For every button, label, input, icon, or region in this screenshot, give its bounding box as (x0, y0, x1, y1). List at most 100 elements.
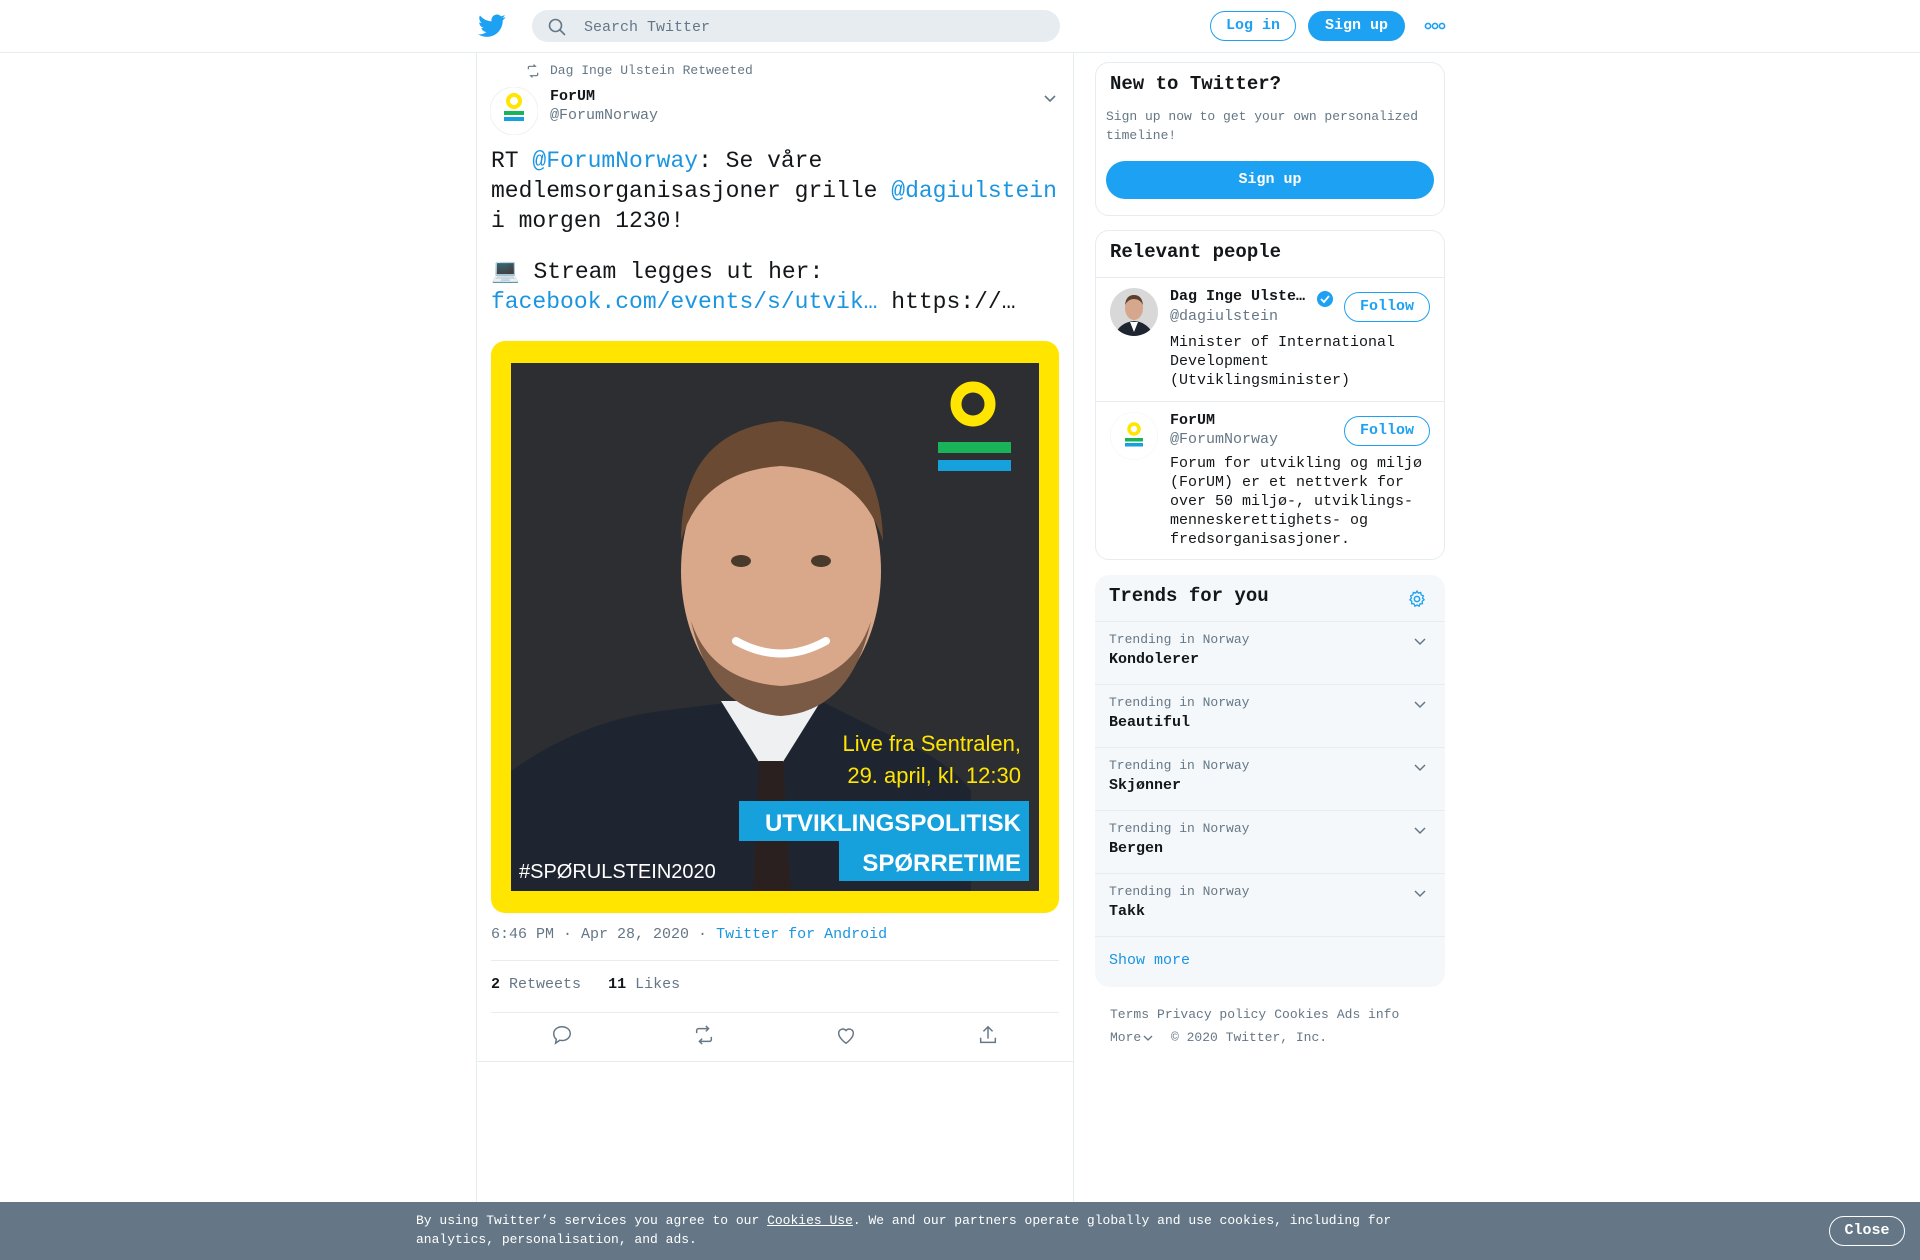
chevron-down-icon[interactable] (1413, 760, 1427, 774)
new-to-twitter-card: New to Twitter? Sign up now to get your … (1095, 62, 1445, 216)
search-box (532, 10, 1060, 44)
footer-link-ads[interactable]: Ads info (1337, 1007, 1399, 1022)
image-hashtag: #SPØRULSTEIN2020 (519, 861, 716, 883)
footer-link-privacy[interactable]: Privacy policy (1157, 1007, 1266, 1022)
trend-name[interactable]: Takk (1109, 903, 1145, 920)
trend-item[interactable]: Trending in Norway Kondolerer (1095, 621, 1445, 684)
card-title: New to Twitter? (1110, 73, 1282, 95)
url-link[interactable]: facebook.com/events/s/utvik… (491, 289, 877, 315)
retweet-icon[interactable] (693, 1024, 715, 1046)
chevron-down-icon[interactable] (1413, 634, 1427, 648)
divider (1096, 401, 1444, 402)
tweet-text-part: 💻 Stream legges ut her: (491, 259, 838, 285)
tweet-stats: 2 Retweets 11 Likes (491, 976, 680, 993)
trend-item[interactable]: Trending in Norway Takk (1095, 873, 1445, 936)
trend-name[interactable]: Beautiful (1109, 714, 1190, 731)
card-title: Relevant people (1110, 241, 1282, 263)
image-banner1: UTVIKLINGSPOLITISK (765, 810, 1022, 837)
timestamp-text[interactable]: 6:46 PM · Apr 28, 2020 (491, 926, 689, 943)
tweet-text: RT @ForumNorway: Se våre medlemsorganisa… (491, 146, 1063, 317)
person-bio: Forum for utvikling og miljø (ForUM) er … (1170, 455, 1423, 548)
image-text-line2: 29. april, kl. 12:30 (847, 763, 1021, 788)
mention-link[interactable]: @dagiulstein (891, 178, 1057, 204)
cookie-text-part: By using Twitter’s services you agree to… (416, 1213, 768, 1228)
close-button[interactable]: Close (1829, 1216, 1905, 1246)
follow-button[interactable]: Follow (1344, 292, 1430, 322)
trend-name[interactable]: Skjønner (1109, 777, 1181, 794)
login-button[interactable]: Log in (1210, 11, 1296, 41)
chevron-down-icon[interactable] (1143, 1033, 1153, 1043)
trend-name[interactable]: Kondolerer (1109, 651, 1199, 668)
search-icon (548, 18, 566, 36)
follow-button[interactable]: Follow (1344, 416, 1430, 446)
copyright-text: © 2020 Twitter, Inc. (1171, 1030, 1328, 1045)
like-heart-icon[interactable] (835, 1024, 857, 1046)
author-name[interactable]: ForUM (550, 88, 595, 105)
image-text-line1: Live fra Sentralen, (842, 731, 1021, 756)
trend-item[interactable]: Trending in Norway Beautiful (1095, 684, 1445, 747)
trend-item[interactable]: Trending in Norway Bergen (1095, 810, 1445, 873)
trend-name[interactable]: Bergen (1109, 840, 1163, 857)
sidebar-signup-button[interactable]: Sign up (1106, 161, 1434, 199)
cookie-text: By using Twitter’s services you agree to… (416, 1211, 1416, 1249)
person-bio: Minister of International Development (U… (1170, 334, 1396, 389)
person-name[interactable]: Dag Inge Ulste… (1170, 288, 1305, 305)
footer-link-terms[interactable]: Terms (1110, 1007, 1149, 1022)
person-handle[interactable]: @ForumNorway (1170, 431, 1278, 448)
separator-dot: · (689, 926, 717, 943)
more-dots-icon[interactable] (1424, 20, 1446, 32)
chevron-down-icon[interactable] (1413, 697, 1427, 711)
avatar[interactable] (1110, 412, 1158, 460)
trend-context: Trending in Norway (1109, 758, 1250, 773)
card-title: Trends for you (1109, 585, 1269, 607)
person-handle[interactable]: @dagiulstein (1170, 308, 1278, 325)
tweet-text-prefix: RT (491, 148, 533, 174)
chevron-down-icon[interactable] (1413, 886, 1427, 900)
retweets-count[interactable]: 2 (491, 976, 500, 993)
likes-label[interactable]: Likes (635, 976, 680, 993)
author-handle[interactable]: @ForumNorway (550, 107, 658, 124)
cookie-banner: By using Twitter’s services you agree to… (0, 1202, 1920, 1260)
image-banner2: SPØRRETIME (862, 850, 1021, 877)
avatar[interactable] (1110, 288, 1158, 336)
divider (491, 960, 1059, 961)
signup-button[interactable]: Sign up (1308, 11, 1405, 41)
top-navigation-bar: Log in Sign up (0, 0, 1920, 53)
trend-context: Trending in Norway (1109, 632, 1250, 647)
trend-context: Trending in Norway (1109, 821, 1250, 836)
divider (477, 1061, 1073, 1062)
trend-context: Trending in Norway (1109, 695, 1250, 710)
sidebar-footer: Terms Privacy policy Cookies Ads info More … (1110, 1003, 1440, 1049)
reply-icon[interactable] (551, 1024, 573, 1046)
retweets-label[interactable]: Retweets (509, 976, 581, 993)
footer-link-cookies[interactable]: Cookies (1274, 1007, 1329, 1022)
likes-count[interactable]: 11 (608, 976, 626, 993)
person-name[interactable]: ForUM (1170, 412, 1215, 429)
retweet-icon (526, 64, 540, 78)
tweet-text-part: https://… (877, 289, 1016, 315)
footer-more-label[interactable]: More (1110, 1030, 1141, 1045)
share-icon[interactable] (977, 1024, 999, 1046)
chevron-down-icon[interactable] (1042, 90, 1058, 106)
author-avatar[interactable] (490, 87, 538, 135)
show-more-link[interactable]: Show more (1095, 936, 1445, 987)
tweet-source-link[interactable]: Twitter for Android (716, 926, 887, 943)
tweet-actions (491, 1024, 1059, 1052)
search-input[interactable] (582, 10, 1046, 44)
gear-icon[interactable] (1407, 589, 1427, 609)
relevant-people-card: Relevant people Dag Inge Ulste… @dagiuls… (1095, 230, 1445, 560)
twitter-bird-icon[interactable] (478, 14, 506, 38)
retweeted-by-text[interactable]: Dag Inge Ulstein Retweeted (550, 63, 753, 78)
trend-item[interactable]: Trending in Norway Skjønner (1095, 747, 1445, 810)
footer-more-link[interactable]: More (1110, 1030, 1153, 1045)
show-more-label[interactable]: Show more (1109, 952, 1190, 969)
chevron-down-icon[interactable] (1413, 823, 1427, 837)
tweet-image[interactable]: Live fra Sentralen, 29. april, kl. 12:30… (491, 341, 1059, 913)
verified-badge-icon (1316, 290, 1334, 308)
tweet-timestamp: 6:46 PM · Apr 28, 2020 · Twitter for And… (491, 926, 887, 943)
divider (491, 1012, 1059, 1013)
divider (1096, 277, 1444, 278)
mention-link[interactable]: @ForumNorway (532, 148, 698, 174)
cookies-use-link[interactable]: Cookies Use (767, 1213, 853, 1228)
trend-context: Trending in Norway (1109, 884, 1250, 899)
